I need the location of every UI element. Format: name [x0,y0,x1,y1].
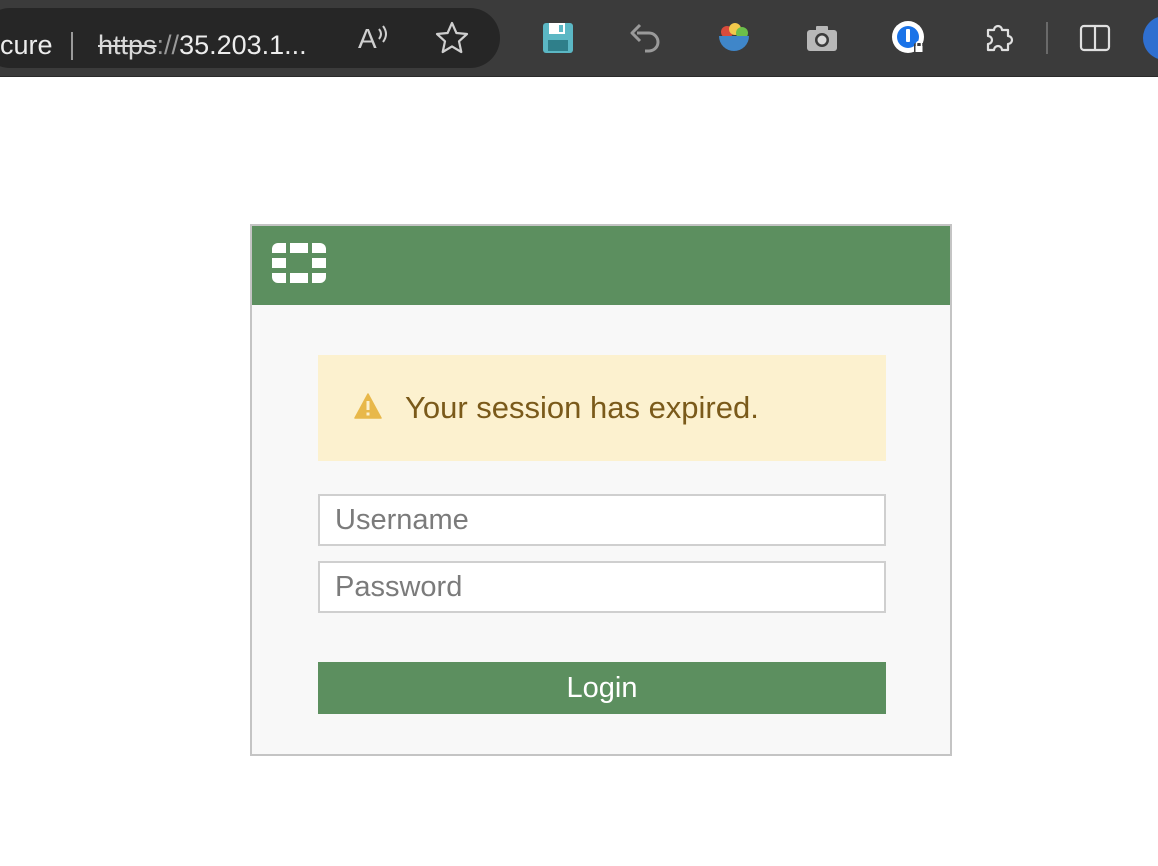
session-expired-alert: Your session has expired. [318,355,886,461]
extensions-puzzle-icon[interactable] [978,18,1018,58]
extension-salad-icon[interactable] [714,18,754,58]
camera-icon[interactable] [802,18,842,58]
browser-toolbar: cure https://35.203.1... A [0,0,1158,77]
read-aloud-icon[interactable]: A [354,18,394,58]
address-bar[interactable]: cure https://35.203.1... [0,8,500,68]
warning-icon [354,393,382,419]
favorite-star-icon[interactable] [432,18,472,58]
login-card: Your session has expired. Login [250,224,952,756]
url-slashes: :// [156,30,180,60]
svg-text:A: A [358,23,377,53]
toolbar-divider [1046,22,1048,54]
fortinet-logo-icon [272,243,326,283]
url-text[interactable]: https://35.203.1... [98,30,307,60]
alert-message: Your session has expired. [405,390,759,425]
profile-avatar[interactable] [1143,16,1158,60]
username-input[interactable] [318,494,886,546]
split-screen-icon[interactable] [1075,18,1115,58]
save-icon[interactable] [538,18,578,58]
address-separator [71,32,73,60]
url-scheme: https [98,30,157,60]
password-manager-icon[interactable] [889,18,929,58]
undo-icon[interactable] [625,18,665,58]
security-indicator[interactable]: cure [0,30,53,60]
card-header [252,226,950,305]
password-input[interactable] [318,561,886,613]
url-host: 35.203.1... [179,30,307,60]
login-button[interactable]: Login [318,662,886,714]
